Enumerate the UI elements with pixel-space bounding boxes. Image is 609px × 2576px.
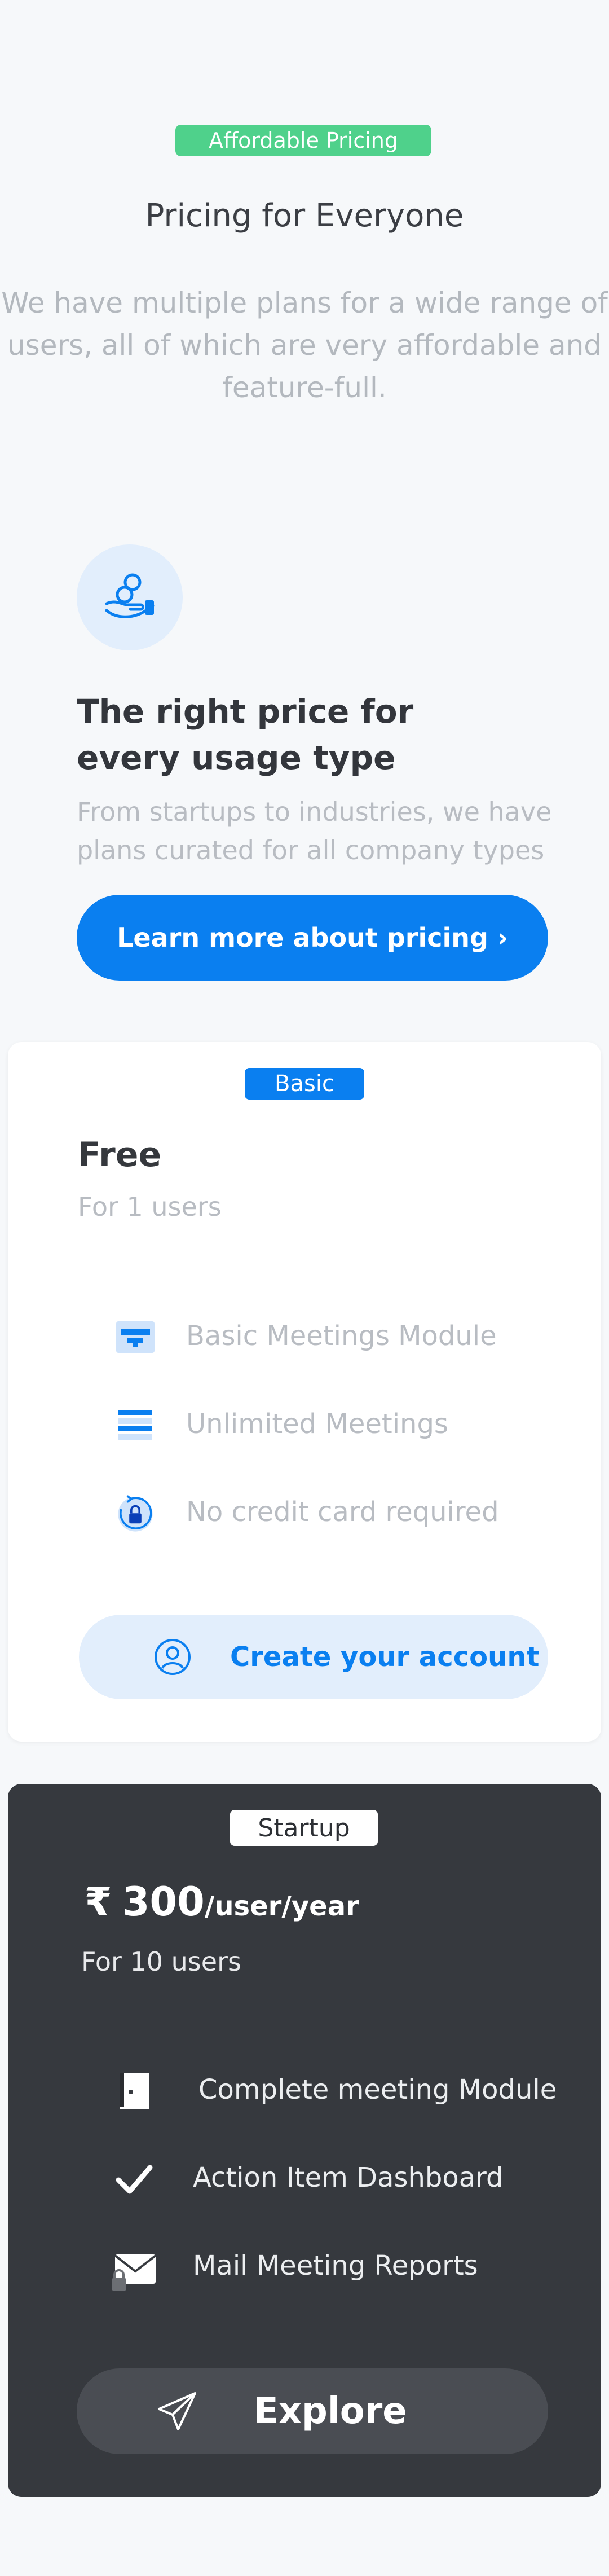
basic-plan-tag: Basic bbox=[245, 1068, 364, 1100]
explore-button[interactable]: Explore bbox=[77, 2368, 548, 2454]
create-account-button[interactable]: Create your account bbox=[79, 1615, 548, 1699]
startup-feature-label: Mail Meeting Reports bbox=[193, 2250, 478, 2282]
learn-more-pricing-button[interactable]: Learn more about pricing › bbox=[77, 895, 548, 981]
startup-feature-label: Action Item Dashboard bbox=[193, 2162, 504, 2193]
create-account-label: Create your account bbox=[230, 1641, 540, 1673]
startup-feature-label: Complete meeting Module bbox=[198, 2074, 557, 2105]
door-icon bbox=[114, 2071, 155, 2111]
paper-plane-icon bbox=[155, 2389, 200, 2434]
lock-refresh-icon bbox=[115, 1494, 156, 1535]
startup-price: ₹ 300 /user/year bbox=[85, 1879, 359, 1925]
page-subtitle: We have multiple plans for a wide range … bbox=[1, 287, 608, 404]
checkmark-icon bbox=[114, 2159, 155, 2199]
user-circle-icon bbox=[152, 1637, 193, 1677]
basic-feature-label: Unlimited Meetings bbox=[186, 1408, 448, 1440]
currency-symbol: ₹ bbox=[85, 1879, 112, 1925]
intro-heading: The right price for every usage type bbox=[77, 692, 414, 777]
page-title: Pricing for Everyone bbox=[145, 197, 464, 234]
price-amount: 300 bbox=[122, 1879, 205, 1925]
startup-plan-tag: Startup bbox=[230, 1810, 378, 1846]
explore-label: Explore bbox=[254, 2390, 407, 2432]
basic-feature-label: No credit card required bbox=[186, 1496, 499, 1528]
meeting-module-icon bbox=[115, 1317, 156, 1357]
basic-plan-name: Free bbox=[78, 1135, 162, 1175]
hand-coins-icon bbox=[77, 544, 183, 650]
pricing-badge: Affordable Pricing bbox=[175, 125, 431, 156]
intro-description: From startups to industries, we have pla… bbox=[77, 797, 552, 865]
mail-lock-icon bbox=[111, 2248, 158, 2295]
list-lines-icon bbox=[115, 1406, 156, 1447]
startup-plan-users: For 10 users bbox=[81, 1946, 241, 1977]
basic-plan-users: For 1 users bbox=[78, 1192, 222, 1222]
price-period: /user/year bbox=[204, 1891, 359, 1922]
basic-feature-label: Basic Meetings Module bbox=[186, 1320, 497, 1352]
